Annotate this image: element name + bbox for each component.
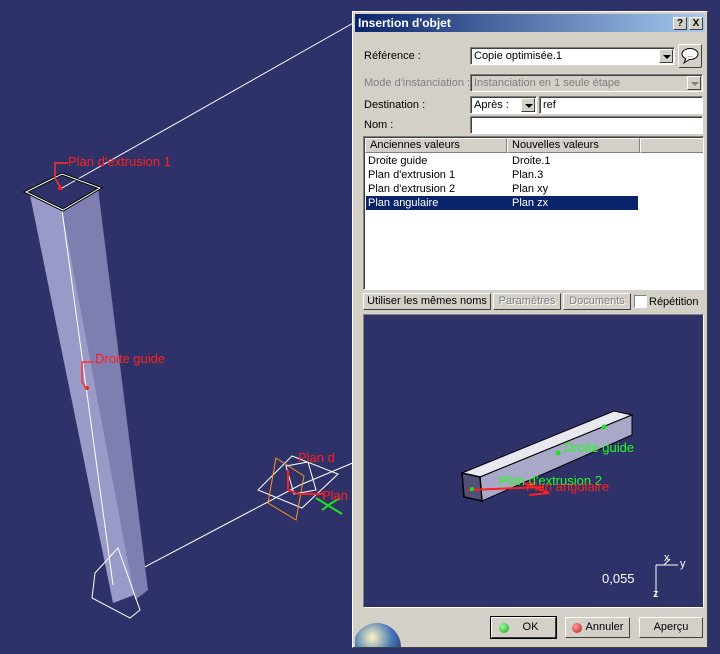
preview-label-droite-guide: Droite guide [564, 440, 634, 455]
cancel-button[interactable]: Annuler [565, 617, 630, 638]
insertion-dialog: Insertion d'objet ? X Référence : Copie … [352, 11, 708, 648]
reference-value: Copie optimisée.1 [474, 50, 563, 62]
construction-line [299, 461, 356, 486]
globe-icon [355, 623, 401, 647]
nom-input[interactable] [470, 116, 703, 134]
svg-text:...: ... [687, 52, 693, 59]
cell-old: Plan d'extrusion 2 [368, 183, 456, 195]
green-dot-icon [499, 623, 509, 633]
destination-label: Destination : [364, 99, 426, 111]
destination-input-value: ref [543, 99, 556, 111]
viewport-label-plan-d: Plan d [298, 450, 335, 465]
repetition-label: Répétition [649, 296, 699, 308]
chevron-down-icon [687, 76, 701, 90]
substitution-table[interactable]: Anciennes valeurs Nouvelles valeurs Droi… [363, 136, 704, 290]
destination-dropdown[interactable]: Après : [470, 96, 537, 114]
ok-label: OK [522, 621, 539, 633]
axis-z-label: z [653, 588, 659, 600]
parameters-button: Paramètres [493, 293, 561, 310]
viewport-label-plan-extrusion-1: Plan d'extrusion 1 [68, 154, 171, 169]
nom-label: Nom : [364, 119, 394, 131]
scale-readout: 0,055 [602, 571, 635, 586]
preview-dot [601, 424, 607, 430]
cell-old: Plan angulaire [368, 197, 439, 209]
preview-label-plan-angulaire: Plan angulaire [526, 479, 609, 494]
table-row[interactable]: Plan d'extrusion 1 Plan.3 [366, 168, 638, 182]
use-same-names-button[interactable]: Utiliser les mêmes noms [363, 293, 491, 310]
viewport-label-droite-guide: Droite guide [95, 351, 165, 366]
construction-line [119, 484, 301, 581]
cell-new: Plan.3 [512, 169, 544, 181]
close-button[interactable]: X [689, 17, 703, 30]
preview-dot [555, 450, 561, 456]
ok-button[interactable]: OK [490, 616, 557, 639]
dialog-title: Insertion d'objet [358, 16, 451, 30]
red-dot-icon [572, 623, 582, 633]
documents-button: Documents [563, 293, 631, 310]
preview-dot [470, 487, 474, 491]
speech-bubble-icon: ... [681, 48, 699, 65]
table-row-selected[interactable]: Plan angulaire Plan zx [366, 196, 638, 210]
chevron-down-icon[interactable] [659, 49, 673, 63]
column-header-old[interactable]: Anciennes valeurs [365, 138, 507, 153]
mode-dropdown: Instanciation en 1 seule étape [470, 74, 703, 92]
help-button[interactable]: ? [673, 17, 687, 30]
marker-dot [85, 386, 89, 390]
marker-dot [58, 186, 62, 190]
cell-new: Droite.1 [512, 155, 551, 167]
repetition-checkbox[interactable] [634, 295, 647, 308]
mode-label: Mode d'instanciation : [364, 77, 471, 89]
chevron-down-icon[interactable] [521, 98, 535, 112]
cell-old: Droite guide [368, 155, 428, 167]
axis-y-label: y [680, 558, 686, 570]
table-row[interactable]: Plan d'extrusion 2 Plan xy [366, 182, 638, 196]
cell-new: Plan xy [512, 183, 549, 195]
mode-value: Instanciation en 1 seule étape [474, 77, 621, 89]
preview-drawing: Droite guide Plan d'extrusion 2 Plan ang… [460, 410, 686, 600]
destination-select-value: Après : [474, 99, 509, 111]
viewport-label-plan: Plan [322, 488, 348, 503]
cell-old: Plan d'extrusion 1 [368, 169, 456, 181]
reference-dropdown[interactable]: Copie optimisée.1 [470, 47, 675, 65]
reference-label: Référence : [364, 50, 421, 62]
destination-input[interactable]: ref [539, 96, 703, 114]
preview-button[interactable]: Aperçu [639, 617, 703, 638]
column-header-new[interactable]: Nouvelles valeurs [507, 138, 640, 153]
preview-viewport[interactable]: Droite guide Plan d'extrusion 2 Plan ang… [363, 314, 704, 608]
speech-bubble-button[interactable]: ... [678, 44, 702, 68]
cell-new: Plan zx [512, 197, 549, 209]
column-header-empty [640, 138, 703, 153]
axis-x-label: x [664, 552, 670, 564]
dialog-titlebar[interactable]: Insertion d'objet ? X [355, 14, 705, 32]
table-row[interactable]: Droite guide Droite.1 [366, 154, 638, 168]
